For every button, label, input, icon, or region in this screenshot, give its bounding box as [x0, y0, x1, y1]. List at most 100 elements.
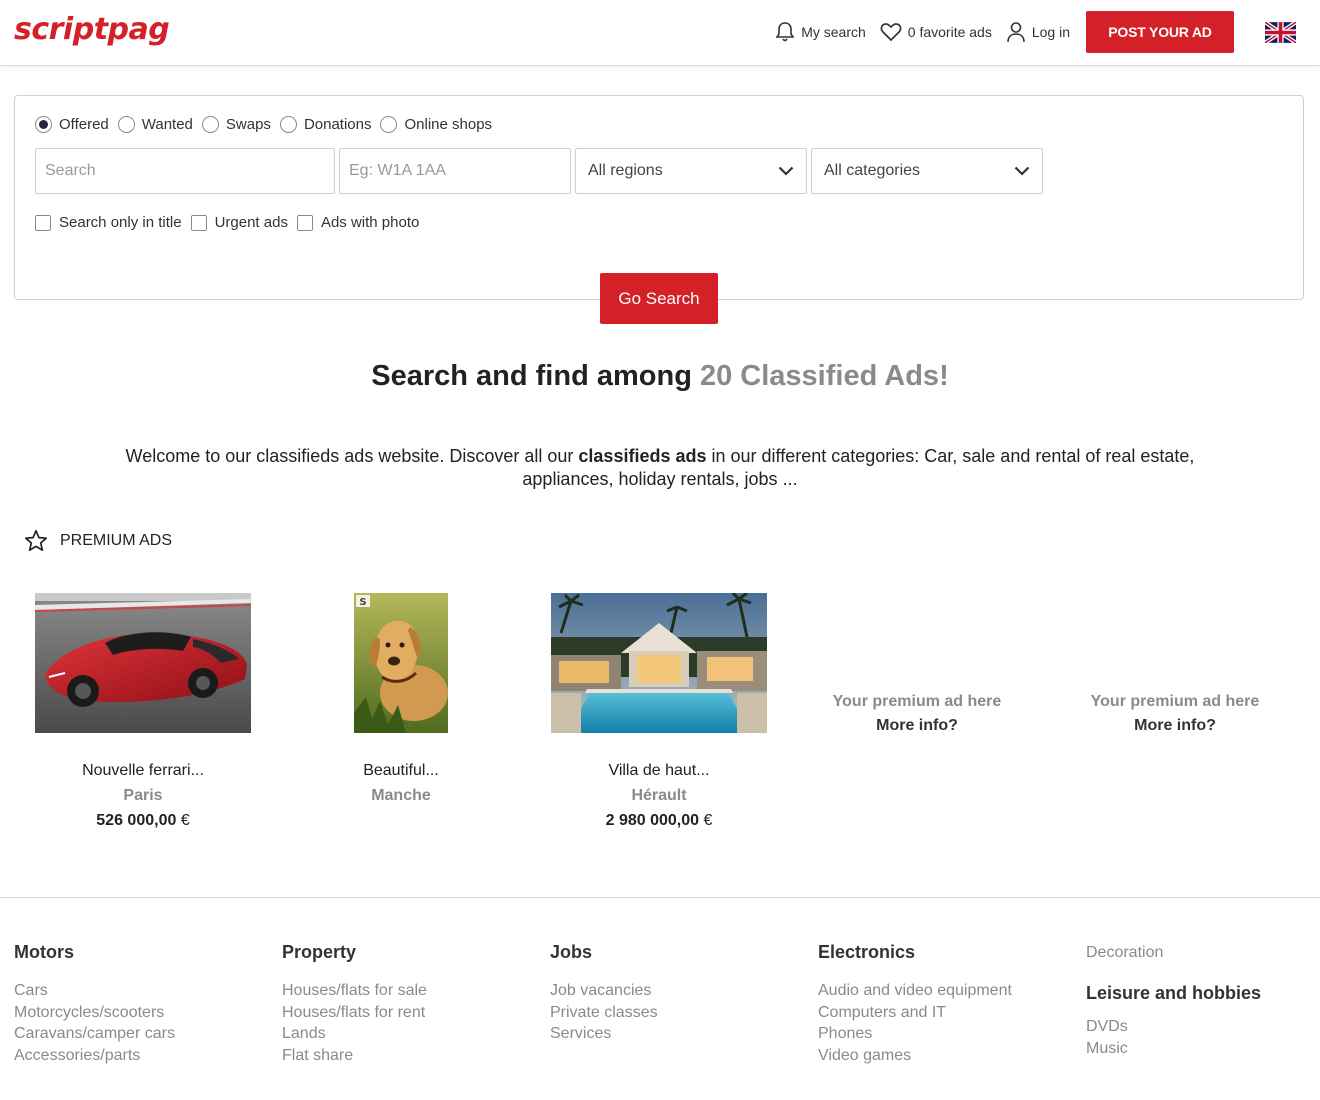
chevron-down-icon [778, 166, 794, 176]
region-select-value: All regions [588, 162, 663, 179]
premium-ad-card[interactable]: S Beautiful... Manche [272, 593, 530, 805]
welcome-before: Welcome to our classifieds ads website. … [125, 446, 579, 466]
footer-link[interactable]: Video games [818, 1045, 1012, 1067]
headline-count: 20 Classified Ads! [699, 360, 949, 392]
premium-ad-card[interactable]: Villa de haut... Hérault 2 980 000,00 € [530, 593, 788, 830]
category-select[interactable]: All categories [811, 148, 1043, 194]
checkbox-label: Urgent ads [214, 214, 288, 231]
footer-col-leisure: Decoration Leisure and hobbies DVDs Musi… [1086, 942, 1261, 1059]
radio-wanted[interactable]: Wanted [117, 116, 193, 133]
labrador-dog-image[interactable]: S [354, 593, 448, 733]
footer-link[interactable]: Cars [14, 980, 175, 1002]
checkbox-urgent[interactable]: Urgent ads [190, 214, 288, 231]
footer-link[interactable]: Music [1086, 1038, 1261, 1060]
ad-price-currency: € [180, 812, 190, 829]
placeholder-line1: Your premium ad here [1090, 693, 1260, 710]
footer-link[interactable]: Job vacancies [550, 980, 658, 1002]
ad-image[interactable] [530, 593, 788, 733]
placeholder-line1: Your premium ad here [832, 693, 1002, 710]
more-info-link[interactable]: More info? [1046, 717, 1304, 735]
footer-link[interactable]: Audio and video equipment [818, 980, 1012, 1002]
radio-label: Donations [303, 116, 372, 133]
post-ad-button[interactable]: POST YOUR AD [1086, 11, 1234, 53]
radio-dot[interactable] [117, 116, 135, 133]
radio-online-shops[interactable]: Online shops [380, 116, 492, 133]
radio-swaps[interactable]: Swaps [201, 116, 271, 133]
premium-ad-card[interactable]: Nouvelle ferrari... Paris 526 000,00 € [14, 593, 272, 830]
favorites-link[interactable]: 0 favorite ads [880, 22, 992, 42]
uk-flag-icon[interactable] [1265, 21, 1296, 43]
footer-link[interactable]: Phones [818, 1023, 1012, 1045]
ad-price-amount: 526 000,00 [96, 812, 177, 829]
footer-col-property: Property Houses/flats for sale Houses/fl… [282, 942, 427, 1066]
radio-donations[interactable]: Donations [279, 116, 372, 133]
footer-link[interactable]: Houses/flats for rent [282, 1002, 427, 1024]
radio-dot[interactable] [380, 116, 398, 133]
checkbox-box[interactable] [296, 214, 313, 231]
footer-heading[interactable]: Motors [14, 942, 175, 963]
footer-link[interactable]: Services [550, 1023, 658, 1045]
login-link[interactable]: Log in [1006, 21, 1070, 43]
footer-link[interactable]: Houses/flats for sale [282, 980, 427, 1002]
my-search-link[interactable]: My search [775, 21, 866, 43]
ad-image[interactable]: S [272, 593, 530, 733]
footer-link[interactable]: DVDs [1086, 1016, 1261, 1038]
postcode-input[interactable] [349, 149, 570, 193]
keyword-field[interactable] [35, 148, 335, 194]
red-sports-car-image[interactable] [35, 593, 251, 733]
svg-text:S: S [359, 597, 366, 608]
ad-price-amount: 2 980 000,00 [605, 812, 700, 829]
checkbox-box[interactable] [190, 214, 207, 231]
ad-title[interactable]: Nouvelle ferrari... [14, 762, 272, 780]
search-options: Search only in title Urgent ads Ads with… [35, 214, 428, 231]
ad-title[interactable]: Villa de haut... [530, 762, 788, 780]
ad-location: Hérault [631, 787, 687, 804]
region-select[interactable]: All regions [575, 148, 807, 194]
footer-link[interactable]: Accessories/parts [14, 1045, 175, 1067]
footer-link-decoration[interactable]: Decoration [1086, 942, 1261, 963]
radio-offered[interactable]: Offered [35, 116, 109, 133]
luxury-villa-pool-image[interactable] [551, 593, 767, 733]
premium-placeholder[interactable]: Your premium ad here More info? [1046, 693, 1304, 735]
footer-heading[interactable]: Property [282, 942, 427, 963]
footer-link[interactable]: Lands [282, 1023, 427, 1045]
footer-link[interactable]: Private classes [550, 1002, 658, 1024]
footer-link[interactable]: Computers and IT [818, 1002, 1012, 1024]
postcode-field[interactable] [339, 148, 571, 194]
footer-link[interactable]: Flat share [282, 1045, 427, 1067]
footer-heading[interactable]: Jobs [550, 942, 658, 963]
radio-dot[interactable] [35, 116, 52, 133]
ad-image[interactable] [14, 593, 272, 733]
login-label: Log in [1031, 24, 1070, 40]
radio-dot[interactable] [201, 116, 219, 133]
star-icon [24, 529, 48, 552]
footer-heading[interactable]: Electronics [818, 942, 1012, 963]
ad-location: Paris [123, 787, 163, 804]
category-select-value: All categories [824, 162, 921, 179]
ad-price: 526 000,00 € [14, 812, 272, 830]
chevron-down-icon [1014, 166, 1030, 176]
ad-location: Manche [371, 787, 431, 804]
footer-heading[interactable]: Leisure and hobbies [1086, 983, 1261, 1004]
go-search-button[interactable]: Go Search [600, 273, 718, 324]
radio-dot[interactable] [279, 116, 297, 133]
bell-icon [775, 22, 795, 42]
site-logo[interactable]: scriptpag [14, 12, 170, 47]
ad-price-currency: € [703, 812, 713, 829]
radio-label: Online shops [404, 116, 493, 133]
headline-prefix: Search and find among [371, 360, 692, 392]
footer-link[interactable]: Motorcycles/scooters [14, 1002, 175, 1024]
premium-title-label: PREMIUM ADS [60, 532, 173, 549]
footer-link[interactable]: Caravans/camper cars [14, 1023, 175, 1045]
more-info-link[interactable]: More info? [788, 717, 1046, 735]
checkbox-title-only[interactable]: Search only in title [35, 214, 182, 231]
checkbox-box[interactable] [35, 214, 51, 231]
ad-title[interactable]: Beautiful... [272, 762, 530, 780]
heart-icon [880, 23, 902, 42]
page-headline: Search and find among 20 Classified Ads! [0, 360, 1320, 393]
premium-placeholder[interactable]: Your premium ad here More info? [788, 693, 1046, 735]
search-input[interactable] [45, 149, 334, 193]
search-panel: Offered Wanted Swaps Donations Online sh… [14, 95, 1304, 300]
my-search-label: My search [801, 24, 866, 40]
checkbox-with-photo[interactable]: Ads with photo [296, 214, 419, 231]
